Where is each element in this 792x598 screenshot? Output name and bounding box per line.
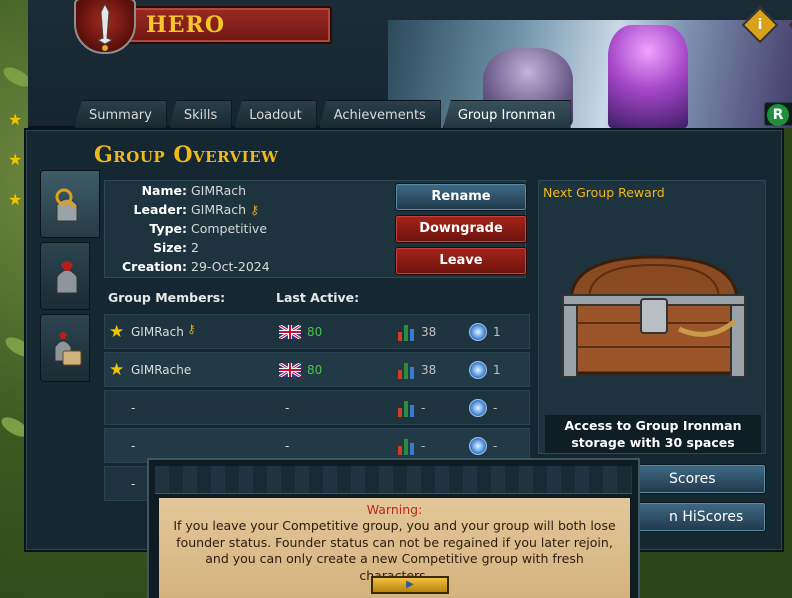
- combat-level: 80: [307, 363, 323, 377]
- total-level: -: [421, 439, 426, 453]
- completion-count: 1: [493, 363, 501, 377]
- group-size-row: Size: 2: [105, 238, 305, 257]
- star-icon: ★: [109, 360, 125, 380]
- member-row[interactable]: ★ GIMRache 80 38 1: [104, 352, 530, 387]
- page-title: Group Overview: [94, 142, 279, 168]
- downgrade-button[interactable]: Downgrade: [395, 215, 527, 243]
- group-name-value: GIMRach: [191, 183, 247, 198]
- reward-title: Next Group Reward: [543, 185, 665, 200]
- combat-level: 80: [307, 325, 323, 339]
- label: Name:: [141, 183, 187, 198]
- group-size-value: 2: [191, 240, 199, 255]
- member-name: -: [131, 401, 136, 415]
- total-level: -: [421, 401, 426, 415]
- skills-bars-icon: [398, 401, 414, 417]
- last-active-value: -: [285, 439, 290, 453]
- warning-title: Warning:: [366, 502, 423, 517]
- group-type-value: Competitive: [191, 221, 268, 236]
- completionist-icon: [469, 399, 487, 417]
- empty-member-row: - - - -: [104, 390, 530, 425]
- sidetab-overview[interactable]: [40, 170, 100, 238]
- runescore-badge[interactable]: R 10: [764, 102, 792, 126]
- last-active-header: Last Active:: [276, 290, 360, 305]
- tab-summary[interactable]: Summary: [74, 100, 167, 128]
- members-header: Group Members:: [108, 290, 226, 305]
- hero-tabs: Summary Skills Loadout Achievements Grou…: [74, 100, 571, 128]
- skills-bars-icon: [398, 363, 414, 379]
- continue-button[interactable]: ▶: [371, 576, 449, 594]
- leader-key-icon: ⚷: [187, 322, 196, 336]
- uk-flag-icon: [279, 363, 301, 377]
- group-leader-row: Leader: GIMRach ⚷: [105, 200, 305, 219]
- dialog-ornament: [155, 466, 632, 494]
- tab-skills[interactable]: Skills: [168, 100, 233, 128]
- window-title: HERO: [146, 12, 226, 38]
- leave-button[interactable]: Leave: [395, 247, 527, 275]
- hero-title-bar: HERO i ✖ Summary Skills Loadout Achievem…: [28, 0, 792, 128]
- total-level: 38: [421, 325, 437, 339]
- member-name: GIMRach: [131, 325, 184, 339]
- magnifier-helmet-icon: [55, 188, 78, 222]
- group-type-row: Type: Competitive: [105, 219, 305, 238]
- completion-count: 1: [493, 325, 501, 339]
- window-title-plate: HERO: [124, 6, 332, 44]
- skills-bars-icon: [398, 325, 414, 341]
- label: Leader:: [133, 202, 187, 217]
- label: Creation:: [122, 259, 187, 274]
- total-level: 38: [421, 363, 437, 377]
- completionist-icon: [469, 323, 487, 341]
- runescore-icon: R: [767, 104, 789, 126]
- group-info-box: Name: GIMRach Leader: GIMRach ⚷ Type: Compe…: [104, 180, 527, 278]
- banner-mage-figure: [608, 25, 688, 128]
- warning-message: If you leave your Competitive group, you…: [173, 518, 616, 583]
- group-name-row: Name: GIMRach: [105, 181, 305, 200]
- rename-button[interactable]: Rename: [395, 183, 527, 211]
- tab-achievements[interactable]: Achievements: [318, 100, 441, 128]
- arrow-icon: ▶: [406, 579, 414, 590]
- member-name: -: [131, 477, 136, 491]
- group-creation-value: 29-Oct-2024: [191, 259, 270, 274]
- label: Type:: [149, 221, 187, 236]
- completionist-icon: [469, 361, 487, 379]
- key-icon: ⚷: [250, 202, 260, 217]
- uk-flag-icon: [279, 325, 301, 339]
- star-icon: ★: [109, 322, 125, 342]
- completion-count: -: [493, 439, 498, 453]
- treasure-chest-icon: [562, 255, 746, 378]
- tab-group-ironman[interactable]: Group Ironman: [442, 100, 571, 128]
- helmet-scroll-icon: [54, 332, 82, 366]
- completionist-icon: [469, 437, 487, 455]
- sidetab-storage[interactable]: [40, 314, 90, 382]
- group-creation-row: Creation: 29-Oct-2024: [105, 257, 305, 276]
- tab-loadout[interactable]: Loadout: [234, 100, 317, 128]
- label: Size:: [152, 240, 187, 255]
- sidetab-members[interactable]: [40, 242, 90, 310]
- member-name: -: [131, 439, 136, 453]
- helmet-icon: [56, 261, 78, 294]
- hero-sword-emblem-icon: [74, 0, 136, 54]
- skills-bars-icon: [398, 439, 414, 455]
- group-leader-value: GIMRach ⚷: [191, 202, 260, 217]
- warning-dialog: Warning: If you leave your Competitive g…: [147, 458, 640, 598]
- reward-description: Access to Group Ironman storage with 30 …: [545, 415, 761, 453]
- completion-count: -: [493, 401, 498, 415]
- warning-scroll: Warning: If you leave your Competitive g…: [159, 498, 630, 598]
- member-row[interactable]: ★ GIMRach ⚷ 80 38 1: [104, 314, 530, 349]
- star-icon[interactable]: ★: [8, 110, 28, 130]
- member-name: GIMRache: [131, 363, 192, 377]
- next-reward-box: Next Group Reward Access to Group Ironma…: [538, 180, 766, 454]
- last-active-value: -: [285, 401, 290, 415]
